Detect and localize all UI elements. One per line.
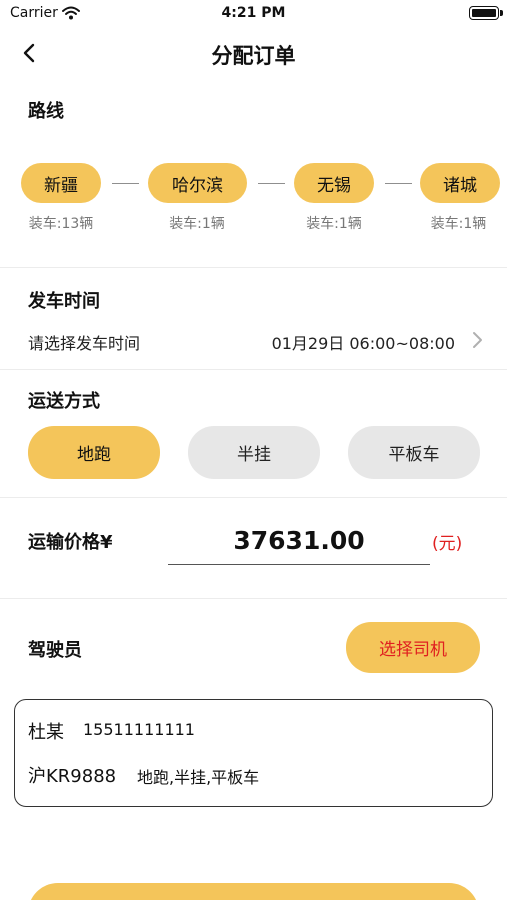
route-stop-wuxi: 无锡 bbox=[294, 163, 374, 203]
departure-title: 发车时间 bbox=[28, 291, 100, 312]
chevron-right-icon bbox=[471, 331, 483, 353]
transport-option-flatbed[interactable]: 平板车 bbox=[348, 426, 480, 479]
submit-button[interactable] bbox=[28, 883, 479, 900]
transport-title: 运送方式 bbox=[28, 391, 100, 412]
route-connector bbox=[112, 183, 139, 184]
route-connector bbox=[258, 183, 285, 184]
route-stop-load: 装车:13辆 bbox=[28, 216, 94, 232]
battery-icon bbox=[469, 6, 503, 20]
route-stop-load: 装车:1辆 bbox=[169, 216, 225, 232]
driver-plate: 沪KR9888 bbox=[28, 766, 117, 787]
driver-card[interactable]: 杜某 15511111111 沪KR9888 地跑,半挂,平板车 bbox=[14, 699, 493, 807]
divider bbox=[0, 497, 507, 498]
driver-phone: 15511111111 bbox=[83, 720, 195, 739]
divider bbox=[0, 267, 507, 268]
price-label: 运输价格¥ bbox=[28, 532, 113, 553]
route-stop-load: 装车:1辆 bbox=[430, 216, 487, 232]
transport-option-label: 地跑 bbox=[77, 445, 111, 465]
clock: 4:21 PM bbox=[221, 5, 286, 21]
driver-vehicle-types: 地跑,半挂,平板车 bbox=[137, 768, 260, 787]
route-stop-load: 装车:1辆 bbox=[306, 216, 362, 232]
divider bbox=[0, 369, 507, 370]
divider bbox=[0, 598, 507, 599]
transport-option-label: 半挂 bbox=[237, 445, 271, 465]
page-title: 分配订单 bbox=[211, 44, 296, 68]
route-title: 路线 bbox=[28, 101, 64, 122]
status-bar: Carrier 4:21 PM bbox=[0, 0, 507, 28]
choose-driver-label: 选择司机 bbox=[379, 640, 447, 660]
departure-label: 请选择发车时间 bbox=[28, 334, 141, 353]
nav-bar: 分配订单 bbox=[0, 30, 507, 76]
transport-option-semitrailer[interactable]: 半挂 bbox=[188, 426, 320, 479]
price-input[interactable] bbox=[168, 517, 430, 565]
departure-time-row[interactable]: 请选择发车时间 01月29日 06:00~08:00 bbox=[0, 322, 507, 360]
driver-label: 驾驶员 bbox=[28, 640, 82, 661]
route-stop-label: 诸城 bbox=[443, 175, 477, 196]
route-stop-zhucheng: 诸城 bbox=[420, 163, 500, 203]
route-stop-xinjiang: 新疆 bbox=[21, 163, 101, 203]
route-stop-label: 无锡 bbox=[317, 175, 351, 196]
driver-name: 杜某 bbox=[28, 722, 64, 743]
route-stop-harbin: 哈尔滨 bbox=[148, 163, 247, 203]
route-connector bbox=[385, 183, 412, 184]
route-stop-label: 哈尔滨 bbox=[172, 175, 223, 196]
transport-option-label: 平板车 bbox=[388, 445, 440, 465]
price-unit: (元) bbox=[432, 534, 463, 554]
transport-option-ground[interactable]: 地跑 bbox=[28, 426, 160, 479]
choose-driver-button[interactable]: 选择司机 bbox=[346, 622, 480, 673]
departure-value: 01月29日 06:00~08:00 bbox=[271, 334, 455, 353]
route-stop-label: 新疆 bbox=[44, 175, 78, 196]
